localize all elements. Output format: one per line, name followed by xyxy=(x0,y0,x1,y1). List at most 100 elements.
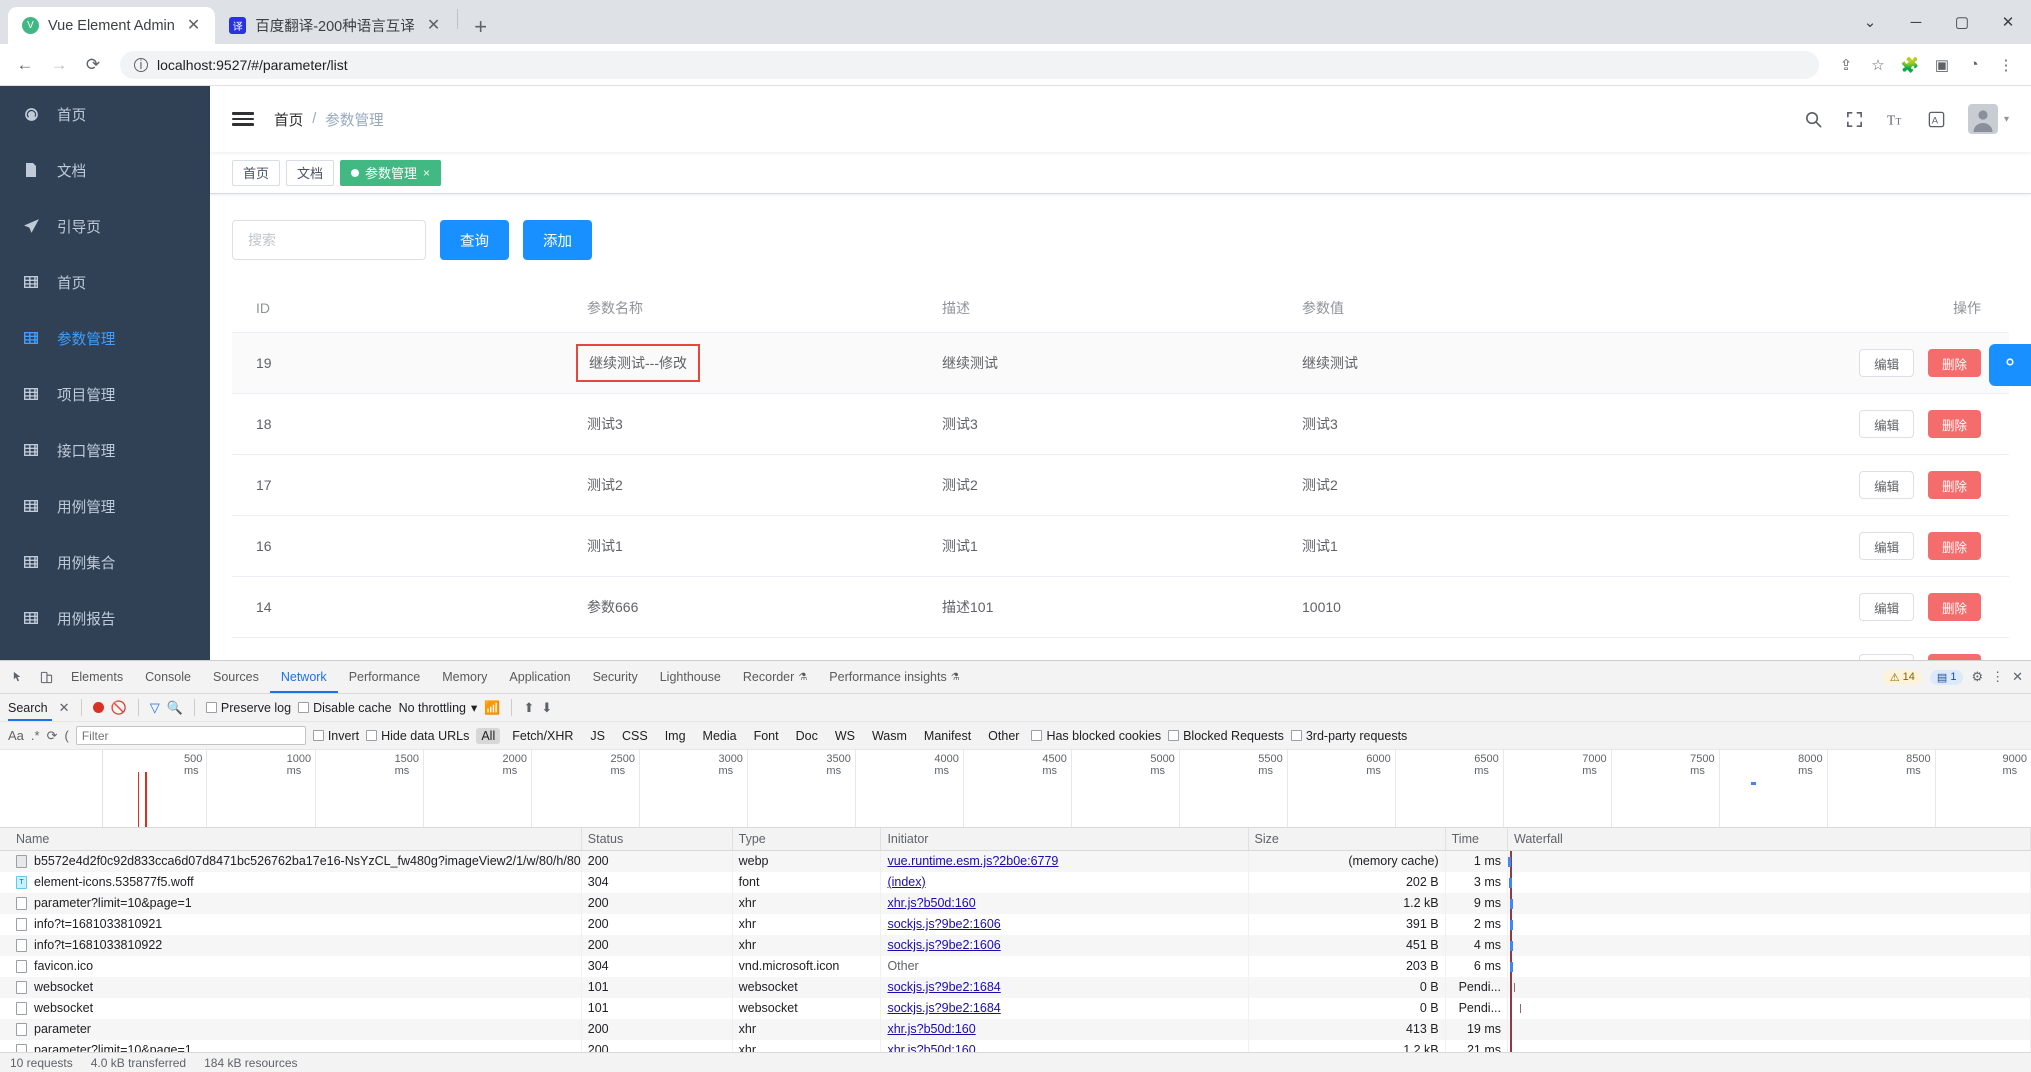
devtools-tab-network[interactable]: Network xyxy=(270,661,338,693)
sidebar-item-document[interactable]: 文档 xyxy=(0,142,210,198)
wifi-icon[interactable]: 📶 xyxy=(484,700,500,716)
filter-input[interactable] xyxy=(75,726,306,745)
network-row[interactable]: b5572e4d2f0c92d833cca6d07d8471bc526762ba… xyxy=(0,850,2031,872)
gear-icon[interactable]: ⚙ xyxy=(1971,669,1983,685)
filter-type-all[interactable]: All xyxy=(476,727,501,744)
edit-button[interactable]: 编辑 xyxy=(1859,349,1915,377)
browser-tab-0[interactable]: V Vue Element Admin ✕ xyxy=(8,7,216,44)
filter-type-doc[interactable]: Doc xyxy=(791,728,823,744)
initiator-link[interactable]: sockjs.js?9be2:1684 xyxy=(887,1001,1000,1015)
refresh-icon[interactable]: ⟳ xyxy=(47,728,58,744)
delete-button[interactable]: 删除 xyxy=(1927,471,1981,499)
menu-icon[interactable]: ⋮ xyxy=(1991,50,2021,80)
sidebar-item-dashboard[interactable]: 首页 xyxy=(0,86,210,142)
search-icon[interactable] xyxy=(1804,110,1823,129)
devtools-tab-security[interactable]: Security xyxy=(582,661,649,693)
devtools-tab-memory[interactable]: Memory xyxy=(431,661,498,693)
initiator-link[interactable]: sockjs.js?9be2:1684 xyxy=(887,980,1000,994)
disable-cache-checkbox[interactable]: Disable cache xyxy=(298,701,392,715)
filter-type-wasm[interactable]: Wasm xyxy=(867,728,912,744)
column-header-type[interactable]: Type xyxy=(732,828,882,851)
edit-button[interactable]: 编辑 xyxy=(1859,471,1915,499)
reload-button[interactable]: ⟳ xyxy=(78,50,108,80)
network-row[interactable]: parameter 200 xhr xhr.js?b50d:160 413 B … xyxy=(0,1018,2031,1040)
filter-icon[interactable]: ▽ xyxy=(150,700,160,716)
edit-button[interactable]: 编辑 xyxy=(1859,532,1915,560)
edit-button[interactable]: 编辑 xyxy=(1859,593,1915,621)
sidebar-item-interface-management[interactable]: 接口管理 xyxy=(0,422,210,478)
network-row[interactable]: info?t=1681033810922 200 xhr sockjs.js?9… xyxy=(0,934,2031,956)
search-icon[interactable]: 🔍 xyxy=(167,700,183,716)
match-case-icon[interactable]: Aa xyxy=(8,728,24,743)
message-count-badge[interactable]: ▤ 1 xyxy=(1929,669,1964,685)
tag-item-home[interactable]: 首页 xyxy=(232,159,281,186)
breadcrumb-home[interactable]: 首页 xyxy=(274,109,303,130)
edit-button[interactable]: 编辑 xyxy=(1859,654,1915,660)
devtools-tab-performance-insights[interactable]: Performance insights ⚗ xyxy=(818,661,970,693)
column-header-name[interactable]: Name xyxy=(0,828,582,851)
filter-type-ws[interactable]: WS xyxy=(830,728,860,744)
tag-item-document[interactable]: 文档 xyxy=(286,159,335,186)
initiator-link[interactable]: vue.runtime.esm.js?2b0e:6779 xyxy=(887,854,1058,868)
network-row[interactable]: favicon.ico 304 vnd.microsoft.icon Other… xyxy=(0,955,2031,977)
column-header-size[interactable]: Size xyxy=(1248,828,1446,851)
minimize-icon[interactable]: ─ xyxy=(1893,6,1939,38)
sidebar-item-case-management[interactable]: 用例管理 xyxy=(0,478,210,534)
sidepanel-icon[interactable]: ▣ xyxy=(1927,50,1957,80)
close-icon[interactable]: × xyxy=(423,166,430,180)
column-header-status[interactable]: Status xyxy=(581,828,733,851)
network-overview-timeline[interactable]: 500 ms 1000 ms 1500 ms 2000 ms 2500 ms 3… xyxy=(0,750,2031,828)
third-party-requests-checkbox[interactable]: 3rd-party requests xyxy=(1290,729,1407,743)
add-button[interactable]: 添加 xyxy=(523,220,592,260)
devtools-tab-application[interactable]: Application xyxy=(498,661,581,693)
sidebar-item-case-report[interactable]: 用例报告 xyxy=(0,590,210,646)
browser-tab-1[interactable]: 译 百度翻译-200种语言互译、沟通 ✕ xyxy=(215,7,456,44)
close-icon[interactable]: ✕ xyxy=(184,16,203,36)
filter-type-manifest[interactable]: Manifest xyxy=(919,728,976,744)
new-tab-button[interactable]: + xyxy=(460,16,501,44)
initiator-link[interactable]: xhr.js?b50d:160 xyxy=(887,1022,975,1036)
search-drawer-tab[interactable]: Search xyxy=(8,694,52,721)
star-icon[interactable]: ☆ xyxy=(1863,50,1893,80)
close-search-icon[interactable]: ✕ xyxy=(59,700,70,716)
preserve-log-checkbox[interactable]: Preserve log xyxy=(205,701,291,715)
avatar[interactable]: ▾ xyxy=(1967,104,2009,134)
address-bar[interactable]: i localhost:9527/#/parameter/list xyxy=(120,50,1819,79)
initiator-link[interactable]: xhr.js?b50d:160 xyxy=(887,1043,975,1052)
regex-icon[interactable]: .* xyxy=(31,728,40,743)
filter-type-js[interactable]: JS xyxy=(585,728,610,744)
column-header-waterfall[interactable]: Waterfall xyxy=(1507,828,2031,851)
lang-select-icon[interactable]: A xyxy=(1927,110,1946,129)
back-button[interactable]: ← xyxy=(10,50,40,80)
devtools-tab-sources[interactable]: Sources xyxy=(202,661,270,693)
network-row[interactable]: Telement-icons.535877f5.woff 304 font (i… xyxy=(0,871,2031,893)
throttling-select[interactable]: No throttling ▾ xyxy=(399,700,478,716)
delete-button[interactable]: 删除 xyxy=(1927,593,1981,621)
network-row[interactable]: websocket 101 websocket sockjs.js?9be2:1… xyxy=(0,997,2031,1019)
tag-item-parameter-management[interactable]: 参数管理 × xyxy=(340,159,442,186)
edit-button[interactable]: 编辑 xyxy=(1859,410,1915,438)
devtools-tab-console[interactable]: Console xyxy=(134,661,202,693)
size-select-icon[interactable]: TT xyxy=(1886,110,1905,129)
network-row[interactable]: websocket 101 websocket sockjs.js?9be2:1… xyxy=(0,976,2031,998)
paren-icon[interactable]: ( xyxy=(64,728,68,743)
network-row[interactable]: parameter?limit=10&page=1 200 xhr xhr.js… xyxy=(0,1039,2031,1052)
sidebar-item-case-collection[interactable]: 用例集合 xyxy=(0,534,210,590)
sidebar-item-project-management[interactable]: 项目管理 xyxy=(0,366,210,422)
filter-type-fetch-xhr[interactable]: Fetch/XHR xyxy=(507,728,578,744)
sidebar-item-guide[interactable]: 引导页 xyxy=(0,198,210,254)
column-header-time[interactable]: Time xyxy=(1445,828,1508,851)
kebab-icon[interactable]: ⋮ xyxy=(1991,669,2004,685)
site-info-icon[interactable]: i xyxy=(134,57,148,72)
delete-button[interactable]: 删除 xyxy=(1927,410,1981,438)
column-header-initiator[interactable]: Initiator xyxy=(880,828,1249,851)
delete-button[interactable]: 删除 xyxy=(1927,349,1981,377)
clear-icon[interactable]: 🚫 xyxy=(111,700,127,716)
initiator-link[interactable]: sockjs.js?9be2:1606 xyxy=(887,917,1000,931)
filter-type-font[interactable]: Font xyxy=(749,728,784,744)
maximize-icon[interactable]: ▢ xyxy=(1939,6,1985,38)
filter-type-css[interactable]: CSS xyxy=(617,728,653,744)
devtools-tab-lighthouse[interactable]: Lighthouse xyxy=(649,661,732,693)
network-row[interactable]: parameter?limit=10&page=1 200 xhr xhr.js… xyxy=(0,892,2031,914)
fullscreen-icon[interactable] xyxy=(1845,110,1864,129)
